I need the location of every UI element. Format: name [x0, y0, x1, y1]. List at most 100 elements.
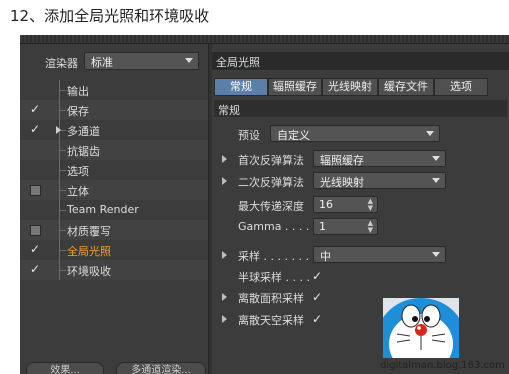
enabled-checkbox[interactable]: ✓ [30, 262, 40, 276]
expand-arrow-icon[interactable] [222, 177, 227, 185]
discrete-sky-sampling-row: 离散天空采样 ✓ [212, 309, 509, 329]
hemisphere-sampling-label: 半球采样 . . . . [238, 271, 310, 284]
preset-value: 自定义 [277, 129, 310, 142]
chevron-down-icon [432, 178, 440, 183]
tree-connector [59, 250, 66, 251]
tree-item-label: 立体 [67, 185, 89, 198]
preset-select[interactable]: 自定义 [270, 125, 440, 142]
hemisphere-sampling-checkbox[interactable]: ✓ [312, 269, 322, 283]
render-settings-window: 渲染器 标准 输出 ✓ 保存 ✓ 多通道 抗锯齿 选项 立体 Team Render 材质覆写 ✓ 全… [20, 35, 509, 374]
expand-arrow-icon[interactable] [222, 251, 227, 259]
secondary-method-value: 光线映射 [320, 176, 364, 189]
tree-item[interactable]: ✓ 多通道 [20, 120, 208, 140]
renderer-row: 渲染器 标准 [20, 52, 208, 72]
tab-general[interactable]: 常规 [214, 78, 268, 96]
tree-item-label: 选项 [67, 165, 89, 178]
max-depth-row: 最大传递深度 16 ▲ ▼ [212, 195, 509, 215]
sampling-row: 采样 . . . . . . . 中 [212, 245, 509, 265]
article-heading: 12、添加全局光照和环境吸收 [10, 7, 210, 25]
gamma-label: Gamma . . . . [238, 220, 310, 233]
tab-irradiance-cache[interactable]: 辐照缓存 [268, 78, 322, 96]
preset-label: 预设 [238, 129, 260, 142]
secondary-method-row: 二次反弹算法 光线映射 [212, 171, 509, 191]
tree-item[interactable]: 抗锯齿 [20, 140, 208, 160]
stepper-arrows-icon[interactable]: ▲ ▼ [368, 220, 373, 234]
section-title: 常规 [218, 104, 240, 117]
chevron-down-icon [432, 252, 440, 257]
tree-connector [59, 170, 66, 171]
enabled-checkbox[interactable]: ✓ [30, 102, 40, 116]
expand-arrow-icon[interactable] [56, 126, 61, 134]
chevron-down-icon [426, 131, 434, 136]
tree-item-label: Team Render [67, 203, 139, 216]
tab-light-mapping[interactable]: 光线映射 [322, 78, 378, 96]
sampling-value: 中 [320, 250, 331, 263]
primary-method-value: 辐照缓存 [320, 154, 364, 167]
secondary-method-select[interactable]: 光线映射 [313, 172, 446, 189]
tree-connector [59, 110, 66, 111]
multipass-render-button[interactable]: 多通道渲染... [116, 362, 206, 374]
chevron-down-icon [432, 156, 440, 161]
secondary-method-label: 二次反弹算法 [238, 176, 304, 189]
tree-connector [59, 150, 66, 151]
settings-tree: 输出 ✓ 保存 ✓ 多通道抗锯齿选项立体 Team Render 材质覆写 ✓ 全局光照 ✓ 环境吸… [20, 80, 208, 280]
enabled-checkbox[interactable]: ✓ [30, 122, 40, 136]
tree-item-label: 抗锯齿 [67, 145, 100, 158]
tree-item[interactable]: Team Render [20, 200, 208, 220]
disabled-checkbox[interactable] [30, 185, 41, 196]
tree-item[interactable]: 选项 [20, 160, 208, 180]
tree-connector [59, 230, 66, 231]
max-depth-label: 最大传递深度 [238, 200, 304, 213]
gamma-input[interactable]: 1 ▲ ▼ [313, 218, 378, 235]
tree-item[interactable]: 立体 [20, 180, 208, 200]
panel-title: 全局光照 [212, 52, 509, 70]
renderer-select-value: 标准 [91, 56, 113, 69]
tree-item-label: 全局光照 [67, 245, 111, 258]
preset-row: 预设 自定义 [212, 124, 509, 144]
sampling-label: 采样 . . . . . . . [238, 250, 309, 263]
tree-connector [59, 90, 66, 91]
tree-item-label: 材质覆写 [67, 225, 111, 238]
tree-item-label: 保存 [67, 105, 89, 118]
sampling-select[interactable]: 中 [313, 246, 446, 263]
cartoon-robot-icon [383, 298, 459, 358]
cartoon-robot-image [383, 298, 459, 358]
tree-item[interactable]: ✓ 全局光照 [20, 240, 208, 260]
panel-title-text: 全局光照 [216, 56, 260, 69]
settings-sidebar: 渲染器 标准 输出 ✓ 保存 ✓ 多通道抗锯齿选项立体 Team Render 材质覆写 ✓ 全… [20, 44, 209, 374]
tree-item[interactable]: 输出 [20, 80, 208, 100]
tree-connector [59, 190, 66, 191]
discrete-area-sampling-row: 离散面积采样 ✓ [212, 287, 509, 307]
gamma-value: 1 [319, 220, 326, 233]
disabled-checkbox[interactable] [30, 225, 41, 236]
tree-item[interactable]: ✓ 保存 [20, 100, 208, 120]
renderer-select[interactable]: 标准 [84, 52, 199, 70]
expand-arrow-icon[interactable] [222, 293, 227, 301]
tab-cache-files[interactable]: 缓存文件 [378, 78, 434, 96]
window-top-bar [20, 35, 509, 44]
effects-button[interactable]: 效果... [26, 362, 104, 374]
discrete-sky-sampling-checkbox[interactable]: ✓ [312, 312, 322, 326]
tree-item-label: 环境吸收 [67, 265, 111, 278]
stepper-arrows-icon[interactable]: ▲ ▼ [368, 198, 373, 212]
expand-arrow-icon[interactable] [222, 155, 227, 163]
expand-arrow-icon[interactable] [222, 315, 227, 323]
primary-method-row: 首次反弹算法 辐照缓存 [212, 149, 509, 169]
gi-settings-panel: 全局光照 常规 辐照缓存 光线映射 缓存文件 选项 常规 预设 自定义 首次反弹… [212, 44, 509, 374]
primary-method-select[interactable]: 辐照缓存 [313, 150, 446, 167]
tree-connector [59, 270, 66, 271]
tree-item[interactable]: ✓ 环境吸收 [20, 260, 208, 280]
discrete-area-sampling-label: 离散面积采样 [238, 292, 304, 305]
chevron-down-icon [185, 58, 193, 63]
primary-method-label: 首次反弹算法 [238, 154, 304, 167]
max-depth-input[interactable]: 16 ▲ ▼ [313, 196, 378, 213]
renderer-label: 渲染器 [45, 57, 78, 70]
discrete-area-sampling-checkbox[interactable]: ✓ [312, 290, 322, 304]
tree-item[interactable]: 材质覆写 [20, 220, 208, 240]
watermark-text: digitalman.blog.163.com [380, 360, 505, 371]
enabled-checkbox[interactable]: ✓ [30, 242, 40, 256]
tab-options[interactable]: 选项 [434, 78, 488, 96]
tree-connector [59, 210, 66, 211]
tree-item-label: 输出 [67, 85, 89, 98]
tree-item-label: 多通道 [67, 125, 100, 138]
